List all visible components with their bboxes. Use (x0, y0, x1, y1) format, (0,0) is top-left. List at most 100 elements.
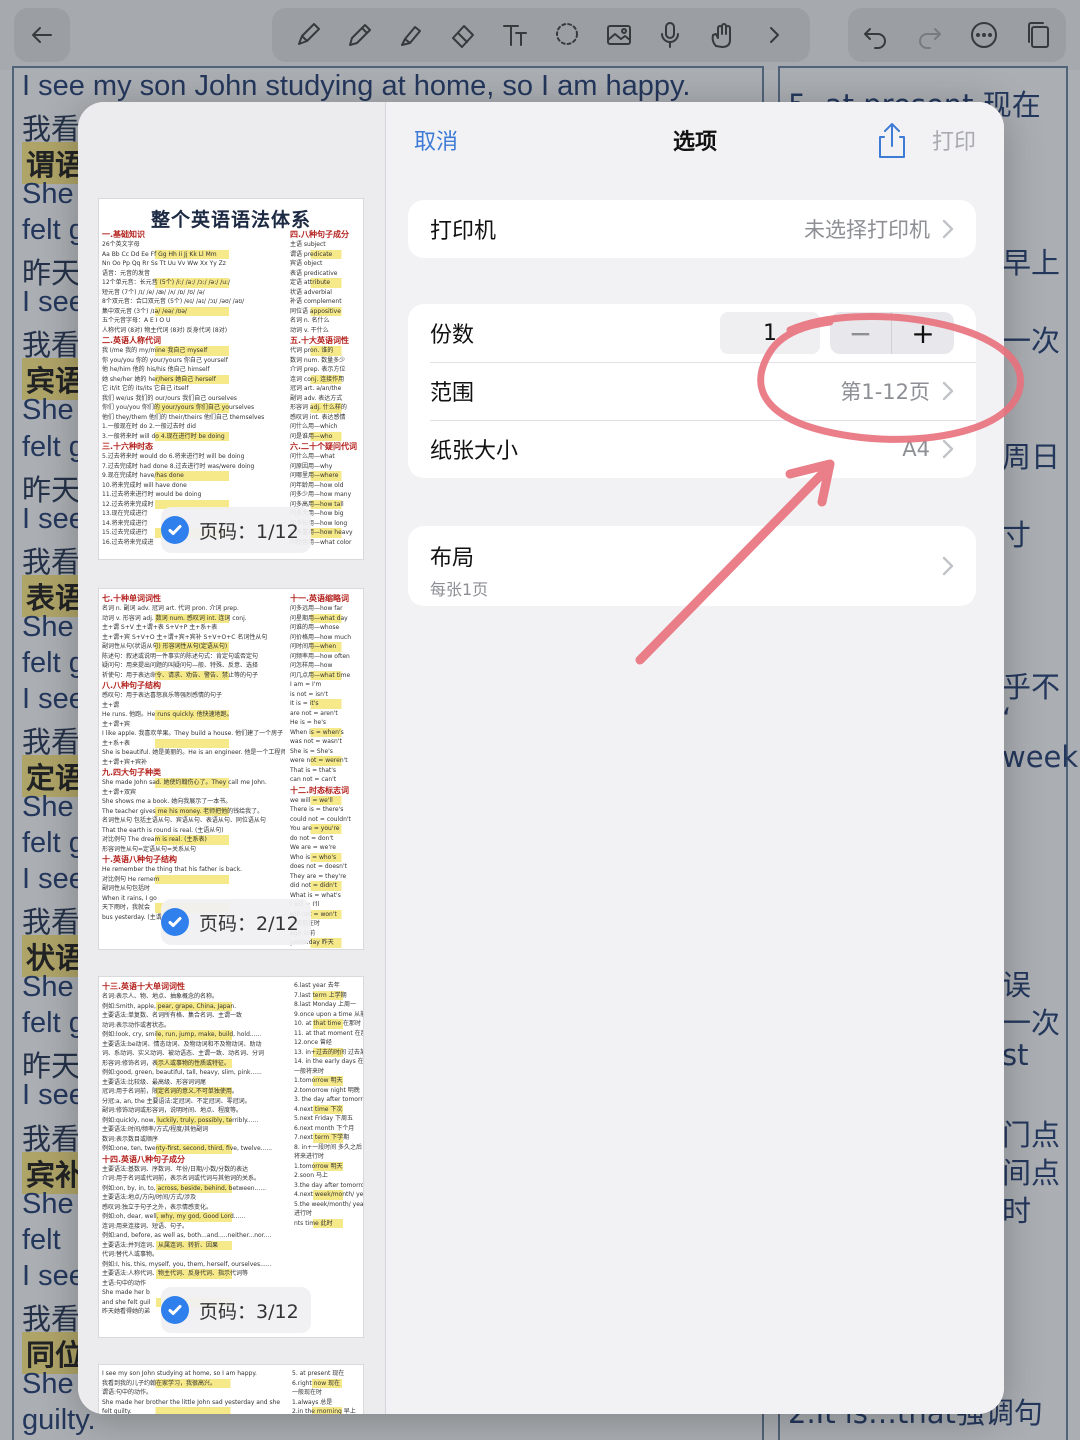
thumbnail-text-line: 主要语法:单复数、名词所有格、集合名词、主谓一致 (102, 1012, 243, 1019)
thumbnail-text-line: I like apple. 我喜欢苹果。They build a house. … (102, 730, 284, 737)
thumbnail-text-line: could not = couldn't (290, 815, 351, 823)
thumbnail-text-line: When is = when's (287, 727, 363, 737)
thumbnail-section-heading: 七.十种单词词性 (102, 594, 162, 603)
page-thumbnail-1[interactable]: 整个英语语法体系 一.基础知识 26个英文字母 Aa Bb Cc Dd Ee Ff … (98, 198, 364, 560)
thumbnail-text-line: 10. at that time 在那时 (291, 1019, 363, 1029)
thumbnail-text-line: 8个双元音：合口双元音 (5个) /eɪ/ /aɪ/ /ɔɪ/ /əʊ/ /aʊ… (102, 298, 245, 305)
thumbnail-text-line: 主要语法:be动词、情态动词、及物动词和不及物动词、助动 (102, 1040, 262, 1048)
thumbnail-text-line: 动词 v. 干什么 (290, 326, 329, 334)
thumbnail-text-line: We are = we're (290, 844, 336, 851)
thumbnail-text-line: 1.tomorrow 明天 (291, 1076, 363, 1086)
thumbnail-text-line: He remember the thing that his father is… (102, 866, 242, 873)
thumbnail-text-line: He is = he's (290, 719, 327, 726)
thumbnail-text-line: 谓语 predicate (287, 249, 363, 259)
page-3-badge[interactable]: 页码：3/12 (161, 1287, 311, 1333)
thumbnail-section-heading: 十三.英语十大单词词性 (102, 982, 186, 991)
thumbnail-section-heading: 十一.英语缩略词 (290, 594, 350, 603)
thumbnail-text-line: 4.next week/month/ year/... 下周/月/年 (291, 1190, 363, 1200)
layout-sublabel: 每张1页 (430, 580, 489, 599)
thumbnail-text-line: 动词 v. 形容词 adj. 数词 num. 感叹词 int. 连词 conj. (99, 613, 285, 623)
thumbnail-text-line: Who is = who's (287, 852, 363, 862)
page-preview-pane[interactable]: 整个英语语法体系 一.基础知识 26个英文字母 Aa Bb Cc Dd Ee Ff … (78, 102, 386, 1414)
thumbnail-text-line: 4.next time 下次 (291, 1104, 363, 1114)
increment-button[interactable]: + (892, 312, 954, 354)
page-thumbnail-3[interactable]: 十三.英语十大单词词性 名词:表示人、物、地点、抽象概念的名称。 例如:Smith,… (98, 976, 364, 1338)
thumbnail-section-heading: 九.四大句子种类 (102, 768, 162, 777)
thumbnail-text-line: 五个元音字母：A E I O U (102, 317, 171, 324)
thumbnail-section-heading: 五.十大英语词性 (290, 336, 350, 345)
thumbnail-text-line: 问时间用—when (287, 642, 363, 652)
page-1-checkmark-icon[interactable] (161, 516, 189, 544)
thumbnail-text-line: 问是谁用—who (287, 431, 363, 441)
thumbnail-text-line: 10.将来完成时 will have done (102, 481, 187, 489)
thumbnail-text-line: 副词 adv. 表达方式 (290, 394, 343, 402)
thumbnail-text-line: 问谁的用—whose (290, 624, 340, 631)
thumbnail-text-line: 主+谓+宾 (102, 720, 131, 728)
thumbnail-text-line: 主语 subject (290, 241, 326, 248)
paper-size-value: A4 (902, 437, 930, 461)
thumbnail-text-line: 一般现在时 (292, 1389, 323, 1396)
thumbnail-text-line: 9.once upon a time 从前 (294, 1010, 364, 1018)
thumbnail-text-line: 他 he/him 他的 his/his 他自己 himself (102, 366, 210, 373)
thumbnail-text-line: 陈述句：叙述或说明一件事实的陈述句式：肯定句或否定句 (102, 652, 259, 660)
thumbnail-text-line: 动词:表示动作或者状态。 (102, 1021, 171, 1029)
thumbnail-text-line: 9.现在完成时 have/has done (99, 471, 285, 481)
page-3-checkmark-icon[interactable] (161, 1296, 189, 1324)
thumbnail-text-line: 主+谓 S+V 主+谓+表 S+V+P 主+系+表 (102, 624, 218, 631)
thumbnail-text-line: 语音：元音的发音 (102, 269, 151, 277)
page-1-badge[interactable]: 页码：1/12 (161, 507, 311, 553)
thumbnail-text-line: were not = weren't (287, 756, 363, 766)
thumbnail-text-line: It is = it's (287, 699, 363, 709)
copies-field[interactable]: 1 (720, 312, 820, 354)
thumbnail-text-line: 人称代词 (8对) 物主代词 (8对) 反身代词 (8对) (102, 326, 228, 334)
page-thumbnail-2[interactable]: 七.十种单词词性 名词 n. 副词 adv. 冠词 art. 代词 pron. 介… (98, 588, 364, 950)
thumbnail-section-heading: 十二.时态标志词 (290, 785, 350, 795)
thumbnail-text-line: 代词:替代人或事物。 (102, 1251, 159, 1258)
copies-label: 份数 (430, 323, 475, 348)
thumbnail-text-line: 主要语法:地点/方向/时间/方式/涉及 (102, 1194, 197, 1201)
copies-row: 份数 1 − + (408, 304, 976, 362)
page-3-right-column: 6.last year 去年 7.last term 上学期 8.last Mond… (291, 981, 364, 1228)
thumbnail-text-line: 同位语 appositive (287, 306, 363, 316)
thumbnail-text-line: She shows me a book. 她向我展示了一本书。 (102, 798, 232, 805)
thumbnail-text-line: 例如:quickly, now, luckily, truly, possibl… (99, 1115, 289, 1125)
share-icon[interactable] (874, 120, 910, 160)
range-value: 第1-12页 (840, 380, 930, 404)
print-settings-pane: 选项 取消 打印 打印机 未选择打印机 份数 1 − + 范围 第1-12页 纸… (386, 102, 1004, 1414)
print-options-card: 份数 1 − + 范围 第1-12页 纸张大小 A4 (408, 304, 976, 478)
thumbnail-text-line: 进行时 (294, 1210, 313, 1217)
thumbnail-text-line: 补语 complement (290, 298, 342, 305)
thumbnail-text-line: 副词性从句包括时 (102, 885, 151, 892)
thumbnail-text-line: 祈使句：用于表达命令、请求、劝告、警告、禁止等的句子 (99, 670, 285, 680)
paper-size-label: 纸张大小 (430, 439, 519, 464)
layout-row[interactable]: 布局 每张1页 (408, 526, 976, 606)
page-thumbnail-4[interactable]: I see my son John studying at home, so I… (98, 1364, 364, 1414)
thumbnail-text-line: 名词性从句 包括主语从句、宾语从句、表语从句、同位语从句 (102, 817, 266, 824)
printer-row[interactable]: 打印机 未选择打印机 (408, 200, 976, 258)
range-row[interactable]: 范围 第1-12页 (408, 362, 976, 420)
thumbnail-text-line: 主要语法:人称代词、物主代词、反身代词、指示代词等 (99, 1269, 289, 1279)
thumbnail-text-line: 连词:用来连接词、短语、句子。 (102, 1222, 189, 1230)
page-2-badge[interactable]: 页码：2/12 (161, 899, 311, 945)
print-button[interactable]: 打印 (932, 124, 976, 156)
thumbnail-text-line: She is = She's (290, 747, 333, 755)
thumbnail-text-line: 主要语法:时间/频率/方式/程度/其他副词 (102, 1126, 209, 1133)
thumbnail-text-line: 冠词:用于名词前，限定名词的意义,不可单独使用。 (99, 1087, 289, 1097)
page-2-checkmark-icon[interactable] (161, 908, 189, 936)
thumbnail-text-line: That the earth is round is real. (主语从句) (102, 826, 224, 834)
thumbnail-text-line: She made her brother the little John sad… (102, 1398, 281, 1406)
thumbnail-text-line: 定语 attribute (287, 278, 363, 288)
chevron-right-icon (942, 439, 954, 459)
thumbnail-text-line: 3.一般将来时 will do 4.现在进行时 be doing (99, 431, 285, 441)
cancel-button[interactable]: 取消 (414, 124, 458, 156)
thumbnail-text-line: 我 I/me 我的 my/mine 我自己 myself (99, 346, 285, 356)
thumbnail-text-line: 5.过去将来时 would do 6.将来进行时 will be doing (102, 453, 245, 460)
paper-size-row[interactable]: 纸张大小 A4 (408, 420, 976, 478)
thumbnail-text-line: Aa Bb Cc Dd Ee Ff Gg Hh Ii Jj Kk Ll Mm (99, 249, 285, 259)
thumbnail-text-line: 例如:I, his, this, myself, you, them, hers… (102, 1260, 272, 1268)
decrement-button[interactable]: − (830, 312, 892, 354)
thumbnail-text-line: You are = you're (287, 824, 363, 834)
thumbnail-text-line: did not = didn't (287, 881, 363, 891)
thumbnail-text-line: 词、系动词、实义动词、被动语态、主谓一致、动名词、分词 (102, 1050, 265, 1057)
thumbnail-text-line: 5. at present 现在 (292, 1370, 345, 1377)
